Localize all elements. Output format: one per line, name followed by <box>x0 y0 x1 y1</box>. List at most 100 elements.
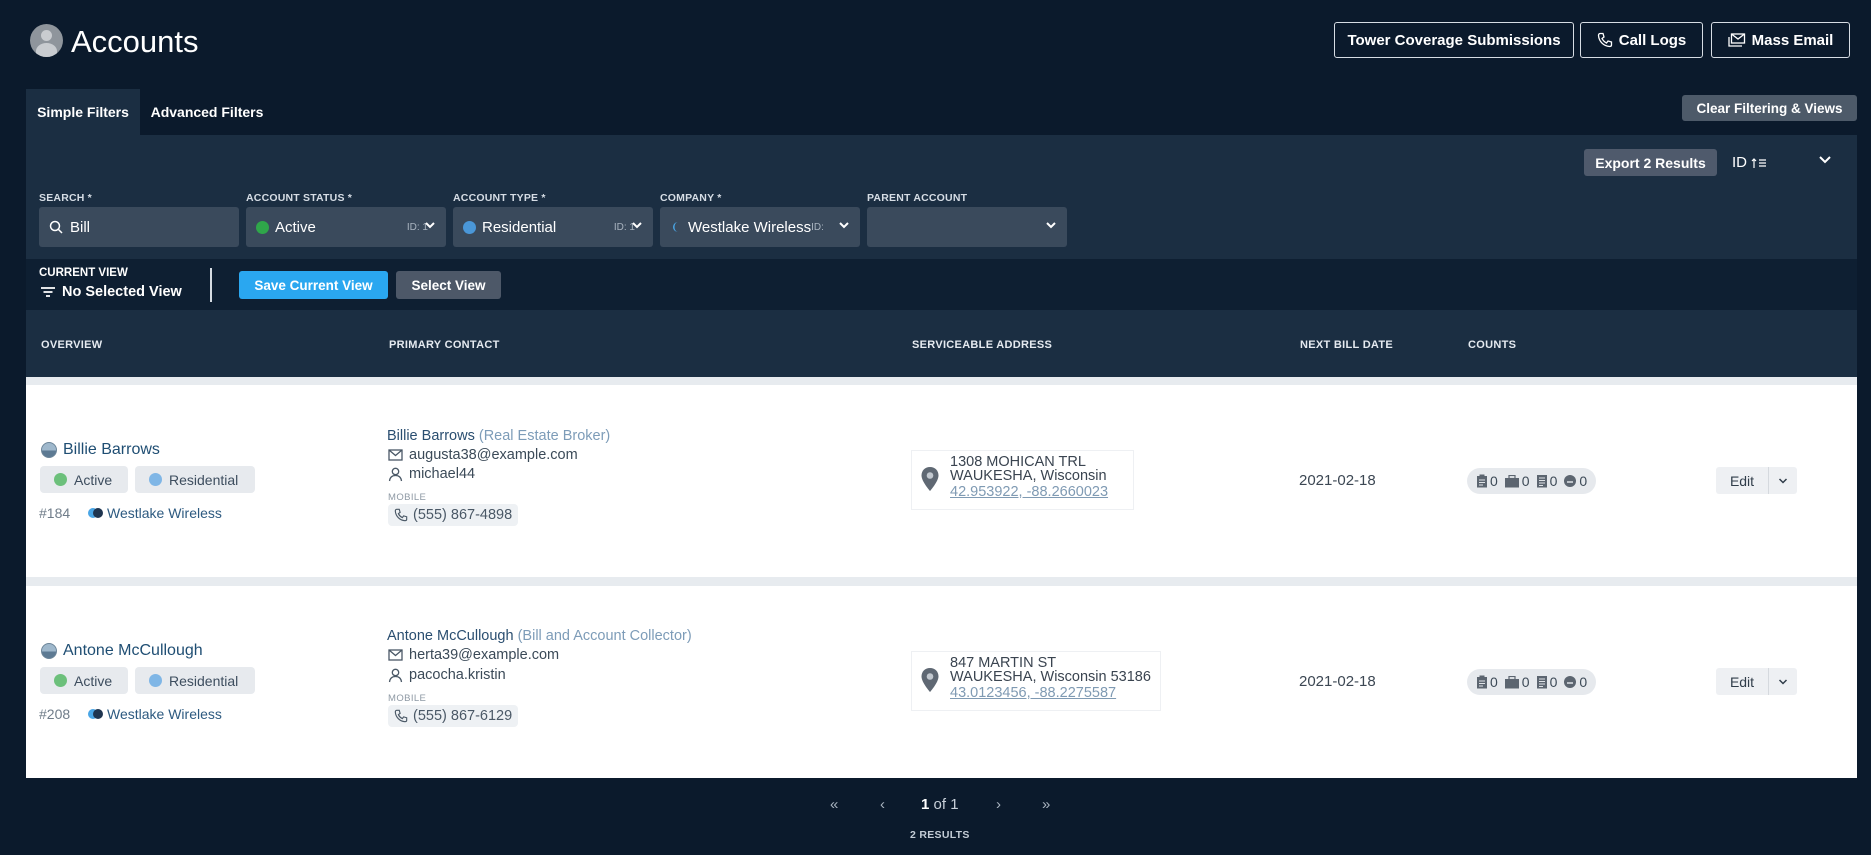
chevron-down-icon <box>425 222 435 229</box>
row-actions-dropdown[interactable] <box>1769 668 1797 695</box>
account-status-select[interactable]: Active ID: 1 <box>246 207 446 247</box>
chevron-down-icon <box>839 222 849 229</box>
column-header-primary-contact[interactable]: PRIMARY CONTACT <box>389 339 500 351</box>
status-badge: Active <box>40 667 128 694</box>
document-icon <box>1536 475 1547 488</box>
account-name-link[interactable]: Antone McCullough <box>41 642 203 660</box>
count-item: 0 <box>1536 674 1557 690</box>
phone-icon <box>394 508 408 522</box>
contact-phone[interactable]: (555) 867-6129 <box>388 705 519 727</box>
call-logs-button[interactable]: Call Logs <box>1580 22 1703 58</box>
type-badge: Residential <box>135 466 255 493</box>
column-header-overview[interactable]: OVERVIEW <box>41 339 103 351</box>
current-view-label: CURRENT VIEW <box>39 267 128 279</box>
tab-advanced-filters[interactable]: Advanced Filters <box>144 89 270 135</box>
address-card[interactable]: 847 MARTIN ST WAUKESHA, Wisconsin 53186 … <box>911 651 1161 711</box>
account-status-value: Active <box>275 218 316 236</box>
sort-selector[interactable]: ID <box>1732 154 1767 171</box>
address-coordinates-link[interactable]: 42.953922, -88.2660023 <box>950 483 1127 501</box>
account-id: #208 <box>39 706 71 722</box>
sort-chevron-down-icon[interactable] <box>1818 155 1832 165</box>
row-actions-dropdown[interactable] <box>1769 467 1797 494</box>
count-item: 0 <box>1536 473 1558 489</box>
contact-email-value: herta39@example.com <box>409 647 560 663</box>
company-id: ID: <box>811 221 824 233</box>
edit-button[interactable]: Edit <box>1716 668 1769 695</box>
column-header-counts[interactable]: COUNTS <box>1468 339 1516 351</box>
export-results-button[interactable]: Export 2 Results <box>1584 149 1717 176</box>
current-view-value: No Selected View <box>40 284 182 300</box>
tower-coverage-button[interactable]: Tower Coverage Submissions <box>1334 22 1574 58</box>
company-logo-icon <box>673 222 678 232</box>
tower-coverage-label: Tower Coverage Submissions <box>1347 31 1561 49</box>
user-avatar-icon[interactable] <box>30 24 63 57</box>
search-input[interactable]: Bill <box>39 207 239 247</box>
company-link[interactable]: Westlake Wireless <box>88 505 222 521</box>
last-page-button[interactable]: » <box>1042 796 1050 813</box>
map-pin-icon <box>921 668 939 692</box>
chevron-down-icon <box>1778 678 1788 685</box>
address-coordinates-link[interactable]: 43.0123456, -88.2275587 <box>950 684 1154 702</box>
company-logo-icon <box>88 709 103 719</box>
first-page-button[interactable]: « <box>830 796 838 813</box>
primary-contact-name[interactable]: Antone McCullough (Bill and Account Coll… <box>387 628 692 644</box>
account-type-select[interactable]: Residential ID: 1 <box>453 207 653 247</box>
phone-icon <box>1597 32 1612 48</box>
count-value: 0 <box>1579 674 1588 690</box>
company-link[interactable]: Westlake Wireless <box>88 706 222 722</box>
mass-email-button[interactable]: Mass Email <box>1711 22 1850 58</box>
count-value: 0 <box>1490 674 1498 690</box>
status-dot-icon <box>54 473 67 486</box>
company-filter-label: COMPANY * <box>660 192 722 204</box>
mobile-label: MOBILE <box>388 693 427 704</box>
count-item: 0 <box>1563 674 1587 690</box>
select-view-button[interactable]: Select View <box>396 271 501 299</box>
sort-ascending-icon <box>1751 157 1766 168</box>
company-name: Westlake Wireless <box>107 706 222 722</box>
count-value: 0 <box>1490 473 1498 489</box>
count-value: 0 <box>1549 473 1558 489</box>
search-value: Bill <box>70 218 91 236</box>
parent-account-select[interactable] <box>867 207 1067 247</box>
tab-simple-filters[interactable]: Simple Filters <box>26 89 140 135</box>
row-actions: Edit <box>1716 668 1797 695</box>
account-id: #184 <box>39 505 71 521</box>
edit-button[interactable]: Edit <box>1716 467 1769 494</box>
status-badge-label: Active <box>74 672 113 689</box>
account-name-link[interactable]: Billie Barrows <box>41 441 160 459</box>
contact-phone[interactable]: (555) 867-4898 <box>388 504 519 526</box>
filter-lines-icon <box>41 287 55 297</box>
save-current-view-button[interactable]: Save Current View <box>239 271 388 299</box>
search-filter-label: SEARCH * <box>39 192 92 204</box>
row-actions: Edit <box>1716 467 1797 494</box>
user-icon <box>388 467 403 481</box>
count-item: 0 <box>1504 473 1530 489</box>
account-status-filter-label: ACCOUNT STATUS * <box>246 192 353 204</box>
column-header-next-bill-date[interactable]: NEXT BILL DATE <box>1300 339 1393 351</box>
count-item: 0 <box>1504 674 1530 690</box>
briefcase-icon <box>1504 474 1519 487</box>
next-bill-date: 2021-02-18 <box>1299 472 1376 489</box>
contact-username: pacocha.kristin <box>388 667 506 683</box>
contact-email[interactable]: augusta38@example.com <box>388 447 578 463</box>
divider <box>210 268 212 302</box>
count-item: 0 <box>1563 473 1587 489</box>
address-line-1: 847 MARTIN ST <box>950 655 1057 671</box>
address-line-1: 1308 MOHICAN TRL <box>950 454 1086 470</box>
briefcase-icon <box>1504 675 1519 688</box>
phone-icon <box>394 709 408 723</box>
contact-role: (Bill and Account Collector) <box>517 628 692 644</box>
next-bill-date: 2021-02-18 <box>1299 673 1376 690</box>
primary-contact-name[interactable]: Billie Barrows (Real Estate Broker) <box>387 428 610 444</box>
company-select[interactable]: Westlake Wireless ID: <box>660 207 860 247</box>
account-type-value: Residential <box>482 218 557 236</box>
column-header-serviceable-address[interactable]: SERVICEABLE ADDRESS <box>912 339 1052 351</box>
previous-page-button[interactable]: ‹ <box>880 796 885 813</box>
clear-filtering-button[interactable]: Clear Filtering & Views <box>1682 95 1857 121</box>
type-badge-label: Residential <box>169 672 239 689</box>
type-badge: Residential <box>135 667 255 694</box>
next-page-button[interactable]: › <box>996 796 1001 813</box>
count-value: 0 <box>1579 473 1588 489</box>
contact-email[interactable]: herta39@example.com <box>388 647 559 663</box>
address-card[interactable]: 1308 MOHICAN TRL WAUKESHA, Wisconsin 42.… <box>911 450 1134 510</box>
